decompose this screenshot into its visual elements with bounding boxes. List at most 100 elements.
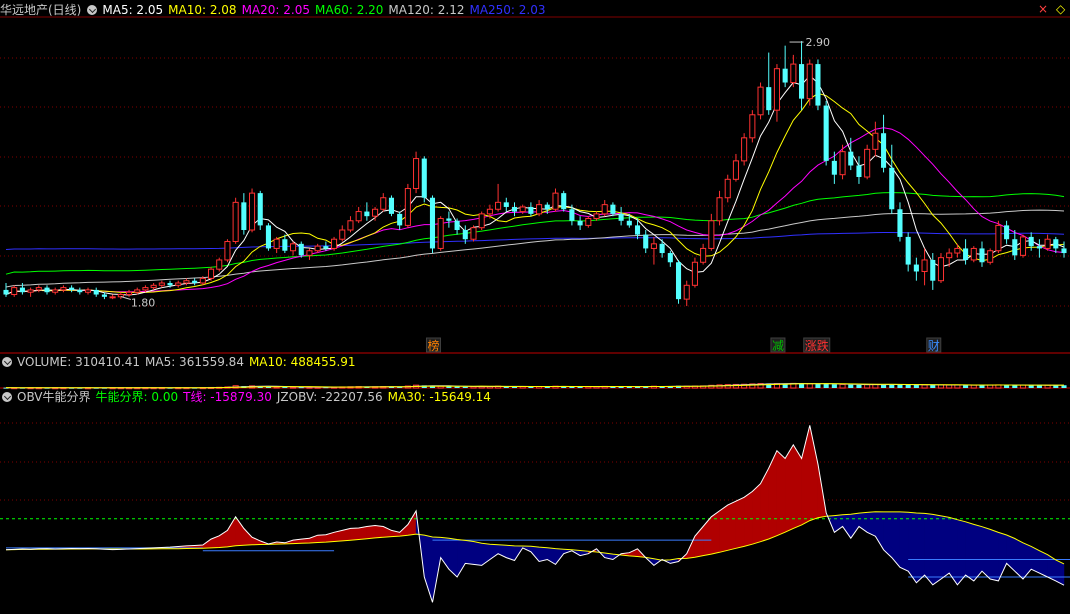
obv-fill bbox=[358, 526, 368, 540]
candle-body bbox=[643, 234, 649, 249]
candle-body bbox=[634, 225, 641, 235]
candle-body bbox=[659, 243, 665, 254]
candle-body bbox=[109, 296, 116, 299]
obv-fill bbox=[366, 525, 376, 539]
legend-item: OBV牛能分界 bbox=[17, 390, 91, 404]
obv-fill bbox=[235, 515, 245, 547]
candle-body bbox=[766, 87, 772, 111]
ma-line-ma5 bbox=[5, 74, 1065, 296]
candle-body bbox=[1019, 236, 1027, 256]
candle-body bbox=[101, 294, 107, 297]
candle-body bbox=[437, 217, 444, 249]
event-tag: 涨跌 bbox=[805, 338, 829, 353]
candle-body bbox=[241, 202, 247, 230]
obv-fill bbox=[374, 525, 384, 539]
candle-body bbox=[773, 68, 780, 111]
obv-fill bbox=[842, 513, 852, 539]
obv-fill bbox=[998, 532, 1007, 582]
candle-body bbox=[207, 268, 215, 279]
legend-item: T线: -15879.30 bbox=[183, 390, 272, 404]
obv-fill bbox=[850, 512, 860, 539]
chevron-down-icon[interactable] bbox=[2, 392, 12, 402]
candle-body bbox=[339, 229, 346, 240]
candle-body bbox=[1061, 248, 1067, 254]
obv-fill bbox=[227, 515, 236, 548]
volume-bar bbox=[905, 384, 911, 388]
candle-body bbox=[421, 158, 427, 198]
legend-item: JZOBV: -22207.56 bbox=[276, 390, 383, 404]
candle-body bbox=[503, 202, 509, 207]
candle-body bbox=[158, 282, 165, 286]
candle-body bbox=[897, 209, 903, 237]
volume-bar bbox=[848, 384, 854, 388]
legend-item: MA5: 2.05 bbox=[102, 3, 164, 17]
candle-body bbox=[667, 253, 673, 263]
obv-header: OBV牛能分界 牛能分界: 0.00 T线: -15879.30 JZOBV: -22… bbox=[0, 388, 501, 406]
candle-body bbox=[11, 287, 18, 296]
candle-body bbox=[19, 287, 25, 293]
candle-body bbox=[314, 245, 321, 252]
candle-body bbox=[167, 283, 173, 286]
volume-bar bbox=[930, 384, 936, 388]
candle-body bbox=[724, 178, 731, 199]
candle-body bbox=[347, 220, 354, 231]
close-icon[interactable]: × bbox=[1038, 2, 1048, 16]
candle-body bbox=[44, 287, 50, 293]
candle-body bbox=[125, 291, 133, 296]
candle-body bbox=[323, 246, 329, 249]
candle-body bbox=[306, 250, 313, 256]
candle-body bbox=[626, 220, 632, 226]
obv-fill bbox=[752, 483, 761, 545]
event-tag: 财 bbox=[928, 339, 940, 353]
legend-item: MA20: 2.05 bbox=[241, 3, 310, 17]
candle-body bbox=[799, 64, 805, 99]
candle-body bbox=[1036, 246, 1042, 249]
candle-body bbox=[536, 204, 543, 215]
volume-bar bbox=[954, 384, 961, 389]
volume-bar bbox=[856, 384, 862, 388]
obv-fill bbox=[760, 468, 769, 543]
candle-body bbox=[683, 284, 690, 300]
candle-body bbox=[470, 227, 477, 240]
candle-body bbox=[446, 218, 452, 221]
obv-fill bbox=[440, 537, 450, 571]
volume-bar bbox=[823, 383, 829, 388]
price-annotation: 1.80 bbox=[131, 297, 156, 310]
obv-fill bbox=[489, 543, 499, 561]
obv-fill bbox=[981, 526, 991, 580]
obv-fill bbox=[719, 504, 728, 553]
obv-fill bbox=[793, 443, 802, 529]
obv-fill bbox=[473, 541, 482, 566]
candle-body bbox=[413, 158, 420, 190]
candle-body bbox=[749, 114, 756, 139]
candle-body bbox=[1004, 225, 1010, 240]
volume-bar bbox=[1036, 385, 1042, 388]
candle-body bbox=[946, 252, 953, 259]
candle-body bbox=[282, 239, 288, 251]
price-annotation: 2.90 bbox=[806, 36, 831, 49]
legend-item: MA120: 2.12 bbox=[388, 3, 465, 17]
obv-fill bbox=[727, 500, 737, 551]
candle-body bbox=[35, 287, 42, 291]
candle-body bbox=[650, 243, 657, 249]
obv-fill bbox=[940, 515, 950, 580]
diamond-icon[interactable]: ◇ bbox=[1056, 2, 1065, 16]
candle-body bbox=[27, 289, 34, 293]
candle-body bbox=[585, 217, 592, 226]
obv-fill bbox=[899, 511, 909, 572]
legend-item: MA10: 488455.91 bbox=[248, 355, 356, 369]
candle-body bbox=[69, 287, 75, 290]
candle-body bbox=[404, 188, 411, 226]
candle-body bbox=[815, 64, 821, 106]
candle-body bbox=[601, 204, 608, 215]
chevron-down-icon[interactable] bbox=[87, 5, 98, 15]
volume-header: VOLUME: 310410.41 MA5: 361559.84 MA10: 488… bbox=[0, 353, 366, 371]
candle-body bbox=[905, 236, 911, 265]
legend-item: MA60: 2.20 bbox=[315, 3, 384, 17]
candle-body bbox=[930, 259, 936, 281]
chevron-down-icon[interactable] bbox=[2, 357, 12, 367]
candle-body bbox=[175, 282, 182, 286]
stock-chart-canvas[interactable]: 2.90 1.80 榜 减 涨跌 财 bbox=[0, 0, 1070, 614]
candle-body bbox=[732, 160, 739, 180]
candle-body bbox=[675, 262, 682, 300]
